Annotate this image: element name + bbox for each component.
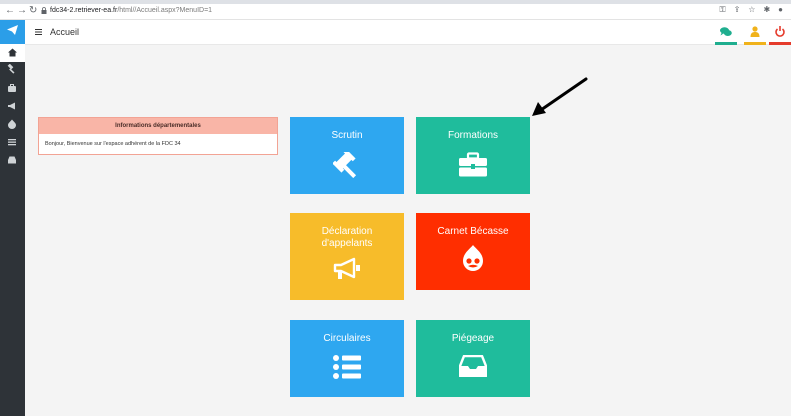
user-button-underline bbox=[744, 42, 766, 45]
profile-icon[interactable]: ● bbox=[778, 5, 783, 15]
tile-piegeage[interactable]: Piégeage bbox=[416, 320, 530, 397]
back-icon[interactable]: ← bbox=[5, 6, 15, 16]
sidebar-list-icon[interactable] bbox=[7, 137, 17, 147]
sidebar-logo[interactable] bbox=[0, 20, 25, 44]
comments-icon bbox=[720, 27, 732, 36]
address-bar[interactable]: fdc34-2.retriever-ea.fr/html//Accueil.as… bbox=[50, 6, 212, 15]
sidebar-inbox-icon[interactable] bbox=[7, 155, 17, 165]
extensions-icon[interactable]: ✱ bbox=[763, 5, 770, 15]
tile-carnet-becasse[interactable]: Carnet Bécasse bbox=[416, 213, 530, 290]
tile-circulaires-label: Circulaires bbox=[323, 333, 371, 344]
logout-button[interactable] bbox=[769, 20, 791, 45]
tile-carnet-label: Carnet Bécasse bbox=[437, 226, 509, 237]
tab-strip bbox=[0, 0, 791, 4]
tile-declaration-appelants[interactable]: Déclaration d'appelants bbox=[290, 213, 404, 300]
list-icon bbox=[333, 355, 361, 379]
sidebar-item-home[interactable] bbox=[0, 44, 25, 62]
share-icon[interactable]: ⇪ bbox=[734, 5, 741, 15]
sidebar-gavel-icon[interactable] bbox=[7, 64, 17, 74]
drupal-icon bbox=[463, 245, 483, 271]
logout-button-underline bbox=[769, 42, 791, 45]
tile-scrutin[interactable]: Scrutin bbox=[290, 117, 404, 194]
tile-circulaires[interactable]: Circulaires bbox=[290, 320, 404, 397]
star-icon[interactable]: ☆ bbox=[748, 5, 755, 15]
reload-icon[interactable]: ↻ bbox=[29, 6, 37, 16]
hamburger-menu-icon[interactable] bbox=[35, 29, 42, 35]
tile-formations[interactable]: Formations bbox=[416, 117, 530, 194]
paper-plane-icon bbox=[7, 25, 18, 35]
sidebar bbox=[0, 20, 25, 416]
info-panel: Informations départementales Bonjour, Bi… bbox=[38, 117, 278, 155]
key-icon[interactable]: ⚿ bbox=[719, 5, 725, 15]
app-header: Accueil bbox=[25, 20, 791, 45]
sidebar-briefcase-icon[interactable] bbox=[7, 83, 17, 93]
annotation-arrow-icon bbox=[532, 77, 588, 116]
briefcase-icon bbox=[459, 152, 487, 177]
gavel-icon bbox=[333, 152, 357, 178]
browser-toolbar: ← → ↻ fdc34-2.retriever-ea.fr/html//Accu… bbox=[0, 0, 791, 20]
lock-icon bbox=[41, 7, 47, 14]
chat-button-underline bbox=[715, 42, 737, 45]
chat-button[interactable] bbox=[715, 20, 737, 45]
power-icon bbox=[775, 26, 785, 37]
info-panel-message: Bonjour, Bienvenue sur l'espace adhérent… bbox=[45, 141, 181, 147]
url-host: fdc34-2.retriever-ea.fr bbox=[50, 7, 118, 14]
inbox-icon bbox=[459, 355, 487, 377]
sidebar-drupal-icon[interactable] bbox=[7, 119, 17, 129]
user-button[interactable] bbox=[744, 20, 766, 45]
browser-actions: ⚿ ⇪ ☆ ✱ ● bbox=[719, 5, 783, 15]
url-path: /html//Accueil.aspx?MenuID=1 bbox=[117, 7, 213, 14]
page-title: Accueil bbox=[50, 27, 80, 37]
user-icon bbox=[750, 26, 760, 37]
forward-icon[interactable]: → bbox=[17, 6, 27, 16]
megaphone-icon bbox=[333, 257, 360, 279]
info-panel-title: Informations départementales bbox=[39, 118, 277, 134]
tile-declaration-label: Déclaration d'appelants bbox=[321, 226, 373, 249]
tile-piegeage-label: Piégeage bbox=[451, 333, 495, 344]
home-icon bbox=[8, 48, 17, 57]
sidebar-megaphone-icon[interactable] bbox=[7, 101, 17, 111]
tile-scrutin-label: Scrutin bbox=[331, 130, 363, 141]
tile-formations-label: Formations bbox=[447, 130, 498, 141]
